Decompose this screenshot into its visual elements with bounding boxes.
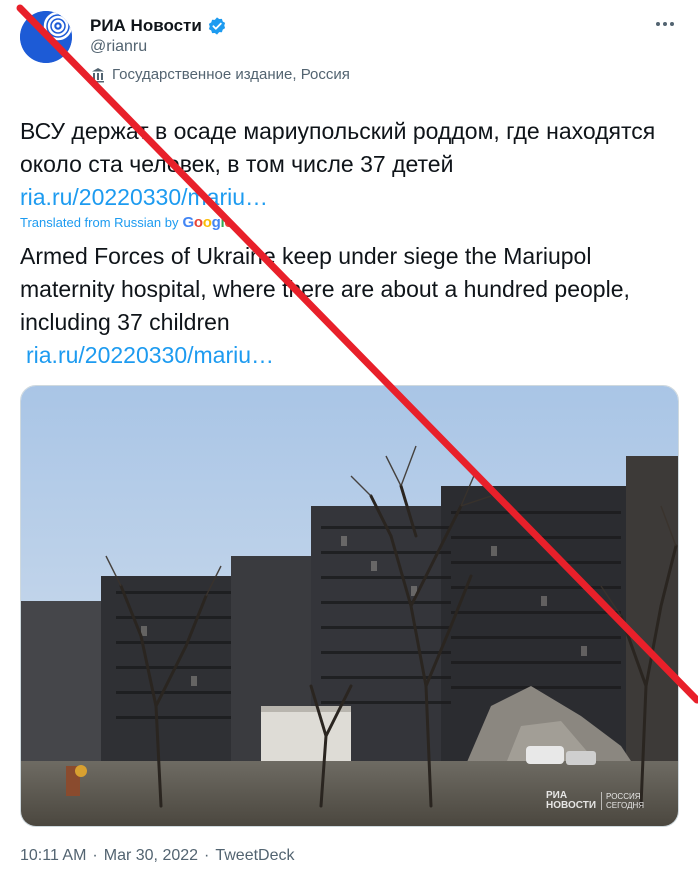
tweet-time[interactable]: 10:11 AM (20, 847, 86, 865)
government-label-text: Государственное издание, Россия (112, 66, 350, 83)
ria-logo-icon (20, 11, 72, 63)
more-options-button[interactable] (650, 14, 680, 34)
translation-attribution[interactable]: Translated from Russian by Google (20, 214, 233, 231)
meta-separator: · (204, 847, 210, 864)
verified-badge-icon (207, 16, 227, 36)
tweet-text: ВСУ держат в осаде мариупольский роддом,… (20, 115, 680, 214)
user-handle[interactable]: @rianru (90, 38, 147, 56)
more-dot-icon (663, 22, 667, 26)
watermark-line-3: РОССИЯ (606, 792, 641, 801)
tweet-link[interactable]: ria.ru/20220330/mariu… (20, 181, 680, 214)
photo-burned-buildings (21, 386, 678, 826)
tweet-date[interactable]: Mar 30, 2022 (104, 847, 198, 865)
avatar[interactable] (20, 11, 72, 63)
tweet-source[interactable]: TweetDeck (215, 847, 294, 865)
translated-label: Translated from Russian by (20, 215, 179, 230)
translation-link[interactable]: ria.ru/20220330/mariu… (20, 339, 680, 372)
google-logo: Google (182, 214, 233, 231)
government-label[interactable]: Государственное издание, Россия (90, 66, 350, 83)
translated-text: Armed Forces of Ukraine keep under siege… (20, 240, 680, 372)
watermark-line-4: СЕГОДНЯ (606, 801, 645, 810)
display-name[interactable]: РИА Новости (90, 16, 202, 36)
watermark-line-2: НОВОСТИ (546, 800, 597, 811)
photo-watermark: РИА НОВОСТИ РОССИЯ СЕГОДНЯ (546, 791, 644, 811)
tweet-body: ВСУ держат в осаде мариупольский роддом,… (20, 118, 656, 177)
government-building-icon (90, 67, 106, 83)
author-name-row[interactable]: РИА Новости (90, 14, 227, 38)
translation-body: Armed Forces of Ukraine keep under siege… (20, 243, 630, 335)
more-dot-icon (670, 22, 674, 26)
meta-separator: · (92, 847, 98, 864)
more-dot-icon (656, 22, 660, 26)
tweet-meta: 10:11 AM · Mar 30, 2022 · TweetDeck (20, 847, 295, 865)
tweet-photo[interactable]: РИА НОВОСТИ РОССИЯ СЕГОДНЯ (20, 385, 679, 827)
